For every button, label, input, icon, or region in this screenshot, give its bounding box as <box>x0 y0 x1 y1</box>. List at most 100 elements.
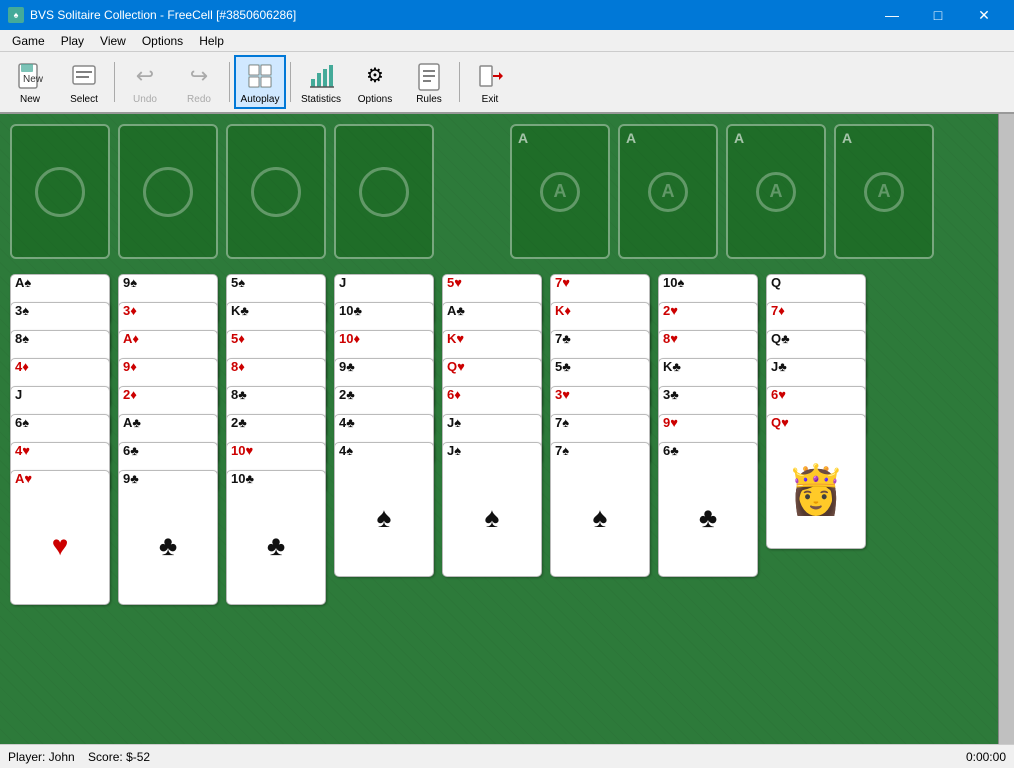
card[interactable]: A♥♥ <box>10 470 110 605</box>
rules-button[interactable]: Rules <box>403 55 455 109</box>
card-rank: 5♥ <box>443 275 541 291</box>
card-rank: 9♣ <box>335 359 433 375</box>
statistics-button[interactable]: Statistics <box>295 55 347 109</box>
redo-button[interactable]: ↪ Redo <box>173 55 225 109</box>
scrollbar[interactable] <box>998 114 1014 744</box>
foundation-2-center: A <box>648 172 688 212</box>
card-rank: 4♠ <box>335 443 433 459</box>
card-rank: K♣ <box>659 359 757 375</box>
foundation-2-label: A <box>626 130 636 146</box>
menu-view[interactable]: View <box>92 32 134 50</box>
statistics-label: Statistics <box>301 94 341 105</box>
card-rank: 2♣ <box>227 415 325 431</box>
card-rank: Q♥ <box>443 359 541 375</box>
maximize-button[interactable]: □ <box>916 0 960 30</box>
exit-label: Exit <box>482 94 499 105</box>
score: Score: $-52 <box>88 750 150 764</box>
card-rank: 6♦ <box>443 387 541 403</box>
foundation-1-center: A <box>540 172 580 212</box>
new-label: New <box>20 94 40 105</box>
card-rank: 3♣ <box>659 387 757 403</box>
menu-options[interactable]: Options <box>134 32 191 50</box>
toolbar: New New Select ↩ Undo ↪ Redo <box>0 52 1014 114</box>
options-button[interactable]: ⚙ Options <box>349 55 401 109</box>
select-button[interactable]: Select <box>58 55 110 109</box>
minimize-button[interactable]: — <box>870 0 914 30</box>
card[interactable]: 10♣♣ <box>226 470 326 605</box>
exit-button[interactable]: Exit <box>464 55 516 109</box>
card-rank: Q♥ <box>767 415 865 431</box>
tableau-col-3[interactable]: 5♠K♣5♦8♦8♣2♣10♥10♣♣ <box>226 274 326 605</box>
statistics-icon <box>305 60 337 92</box>
card-rank: 6♥ <box>767 387 865 403</box>
card-rank: 9♦ <box>119 359 217 375</box>
card-rank: 7♦ <box>767 303 865 319</box>
menu-help[interactable]: Help <box>191 32 232 50</box>
undo-button[interactable]: ↩ Undo <box>119 55 171 109</box>
foundation-4-center: A <box>864 172 904 212</box>
card-rank: 8♠ <box>11 331 109 347</box>
card-rank: 2♥ <box>659 303 757 319</box>
card-rank: 8♣ <box>227 387 325 403</box>
card-rank: 5♠ <box>227 275 325 291</box>
card-rank: Q♣ <box>767 331 865 347</box>
foundation-3[interactable]: A A <box>726 124 826 259</box>
card[interactable]: 4♠♠ <box>334 442 434 577</box>
card[interactable]: Q♥👸 <box>766 414 866 549</box>
card-suit: ♥ <box>11 487 109 604</box>
select-icon <box>68 60 100 92</box>
tableau-col-1[interactable]: A♠3♠8♠4♦J6♠4♥A♥♥ <box>10 274 110 605</box>
title-left: ♠ BVS Solitaire Collection - FreeCell [#… <box>8 7 296 23</box>
game-area[interactable]: A A A A A A A A A♠3♠8♠4♦J6♠4♥A♥♥9♠3♦A♦9♦… <box>0 114 1014 744</box>
freecell-area <box>10 124 434 259</box>
undo-icon: ↩ <box>129 60 161 92</box>
tableau-col-6[interactable]: 7♥K♦7♣5♣3♥7♠7♠♠ <box>550 274 650 577</box>
tableau-col-4[interactable]: J10♣10♦9♣2♣4♣4♠♠ <box>334 274 434 577</box>
card-rank: J♣ <box>767 359 865 375</box>
card-rank: K♥ <box>443 331 541 347</box>
tableau-col-5[interactable]: 5♥A♣K♥Q♥6♦J♠J♠♠ <box>442 274 542 577</box>
autoplay-button[interactable]: Autoplay <box>234 55 286 109</box>
freecell-3[interactable] <box>226 124 326 259</box>
freecell-2[interactable] <box>118 124 218 259</box>
card-rank: J <box>11 387 109 403</box>
card-rank: 7♥ <box>551 275 649 291</box>
tableau-col-7[interactable]: 10♠2♥8♥K♣3♣9♥6♣♣ <box>658 274 758 577</box>
freecell-1[interactable] <box>10 124 110 259</box>
select-label: Select <box>70 94 98 105</box>
freecell-circle-1 <box>35 167 85 217</box>
card-rank: 7♠ <box>551 443 649 459</box>
title-controls: — □ ✕ <box>870 0 1006 30</box>
tableau-col-8[interactable]: Q7♦Q♣J♣6♥Q♥👸 <box>766 274 866 549</box>
options-label: Options <box>358 94 392 105</box>
foundation-2[interactable]: A A <box>618 124 718 259</box>
card-rank: K♦ <box>551 303 649 319</box>
card[interactable]: 7♠♠ <box>550 442 650 577</box>
foundation-4[interactable]: A A <box>834 124 934 259</box>
tableau-col-2[interactable]: 9♠3♦A♦9♦2♦A♣6♣9♣♣ <box>118 274 218 605</box>
svg-text:New: New <box>23 74 44 85</box>
new-button[interactable]: New New <box>4 55 56 109</box>
tableau-area: A♠3♠8♠4♦J6♠4♥A♥♥9♠3♦A♦9♦2♦A♣6♣9♣♣5♠K♣5♦8… <box>10 274 866 605</box>
foundation-1[interactable]: A A <box>510 124 610 259</box>
menu-play[interactable]: Play <box>53 32 92 50</box>
card-rank: J♠ <box>443 415 541 431</box>
redo-icon: ↪ <box>183 60 215 92</box>
menu-game[interactable]: Game <box>4 32 53 50</box>
menu-bar: Game Play View Options Help <box>0 30 1014 52</box>
autoplay-icon <box>244 60 276 92</box>
freecell-4[interactable] <box>334 124 434 259</box>
foundation-4-label: A <box>842 130 852 146</box>
card-rank: K♣ <box>227 303 325 319</box>
close-button[interactable]: ✕ <box>962 0 1006 30</box>
card[interactable]: 6♣♣ <box>658 442 758 577</box>
freecell-circle-4 <box>359 167 409 217</box>
foundation-area: A A A A A A A A <box>510 124 934 259</box>
card-rank: 3♥ <box>551 387 649 403</box>
autoplay-label: Autoplay <box>241 94 280 105</box>
card-rank: 5♦ <box>227 331 325 347</box>
card-rank: J♠ <box>443 443 541 459</box>
card-rank: 4♥ <box>11 443 109 459</box>
card[interactable]: J♠♠ <box>442 442 542 577</box>
card[interactable]: 9♣♣ <box>118 470 218 605</box>
